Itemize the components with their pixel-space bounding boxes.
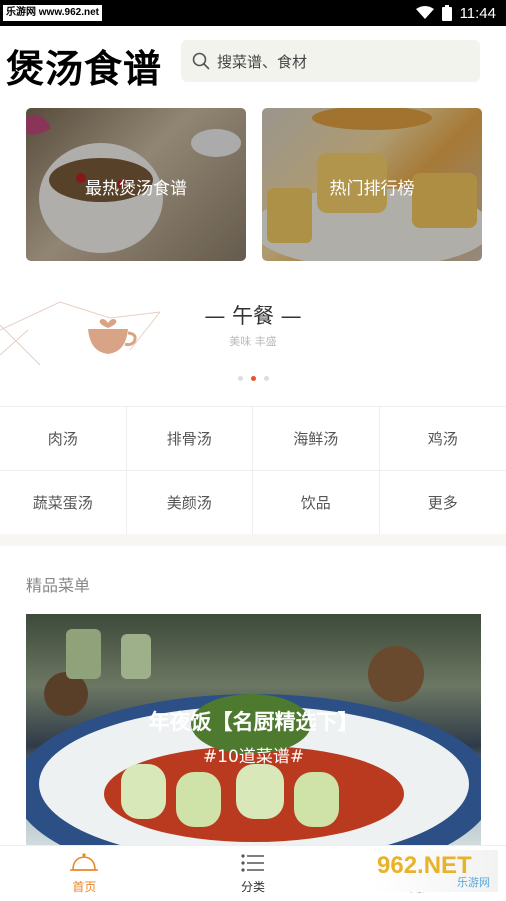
nav-category-label: 分类 xyxy=(241,878,265,895)
category-rib-soup[interactable]: 排骨汤 xyxy=(127,407,254,471)
status-bar: 乐游网 www.962.net 11:44 xyxy=(0,0,506,26)
battery-icon xyxy=(442,5,452,21)
category-drinks[interactable]: 饮品 xyxy=(253,471,380,535)
category-seafood-soup[interactable]: 海鲜汤 xyxy=(253,407,380,471)
lunch-banner[interactable]: — 午餐 — 美味 丰盛 xyxy=(0,270,506,390)
banner-title: — 午餐 — xyxy=(0,300,506,330)
category-vegetable-egg-soup[interactable]: 蔬菜蛋汤 xyxy=(0,471,127,535)
search-placeholder: 搜菜谱、食材 xyxy=(217,51,307,72)
watermark-sub: 乐游网 xyxy=(457,874,490,890)
category-more[interactable]: 更多 xyxy=(380,471,506,535)
featured-menu-card[interactable]: 年夜饭【名厨精选下】 #10道菜谱# xyxy=(26,614,481,854)
nav-category[interactable]: 分类 xyxy=(169,846,338,901)
site-watermark: 962.NET 乐游网 xyxy=(373,850,498,892)
category-beauty-soup[interactable]: 美颜汤 xyxy=(127,471,254,535)
nav-home-label: 首页 xyxy=(72,878,96,895)
section-title: 精品菜单 xyxy=(26,572,90,596)
category-grid: 肉汤 排骨汤 海鲜汤 鸡汤 蔬菜蛋汤 美颜汤 饮品 更多 xyxy=(0,406,506,535)
category-meat-soup[interactable]: 肉汤 xyxy=(0,407,127,471)
featured-title: 年夜饭【名厨精选下】 xyxy=(26,706,481,736)
section-divider xyxy=(0,534,506,546)
carousel-dot[interactable] xyxy=(238,376,243,381)
nav-home[interactable]: 首页 xyxy=(0,846,169,901)
chef-hat-icon xyxy=(69,852,99,874)
carousel-dots xyxy=(0,376,506,381)
category-chicken-soup[interactable]: 鸡汤 xyxy=(380,407,506,471)
card-hot-soup-recipes[interactable]: 最热煲汤食谱 xyxy=(26,108,246,261)
app-title: 煲汤食谱 xyxy=(6,38,162,93)
card-label: 最热煲汤食谱 xyxy=(26,174,246,199)
carousel-dot[interactable] xyxy=(264,376,269,381)
card-hot-ranking[interactable]: 热门排行榜 xyxy=(262,108,482,261)
card-label: 热门排行榜 xyxy=(262,174,482,199)
wifi-icon xyxy=(416,6,434,20)
status-site-label: 乐游网 www.962.net xyxy=(3,5,102,21)
status-right: 11:44 xyxy=(416,3,496,23)
featured-subtitle: #10道菜谱# xyxy=(26,742,481,767)
list-icon xyxy=(240,852,266,874)
banner-subtitle: 美味 丰盛 xyxy=(0,333,506,349)
carousel-dot-active[interactable] xyxy=(251,376,256,381)
teacup-line-illustration xyxy=(0,270,170,390)
status-time: 11:44 xyxy=(460,5,496,22)
search-input[interactable]: 搜菜谱、食材 xyxy=(181,40,480,82)
search-icon xyxy=(192,52,210,70)
